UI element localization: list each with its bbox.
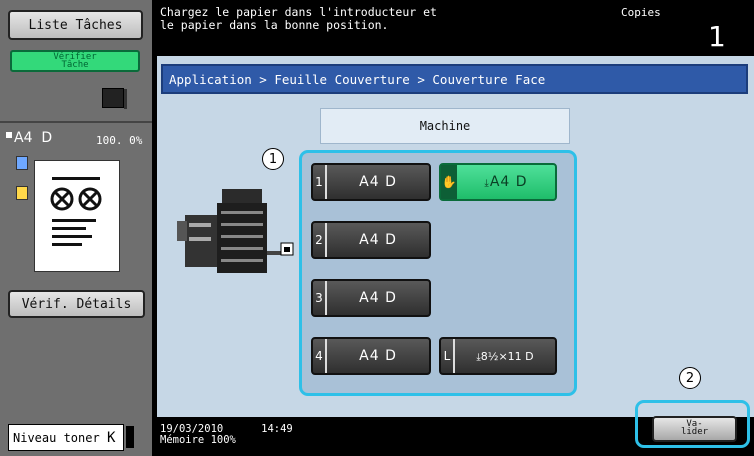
check-details-button[interactable]: Vérif. Détails (8, 290, 145, 318)
tray-number: 1 (313, 165, 327, 199)
tray-selection-group: 1 A4 D ✋ ⤓A4 D 2 A4 D 3 A4 D 4 A4 D L ⤓8… (299, 150, 577, 396)
tray-number: 2 (313, 223, 327, 257)
preview-page (34, 160, 120, 272)
tray-2-button[interactable]: 2 A4 D (311, 221, 431, 259)
left-divider (0, 121, 152, 123)
left-panel: Liste Tâches Vérifier Tâche A4 D 100. 0%… (0, 0, 152, 456)
toner-level: Niveau toner K (8, 424, 124, 451)
manual-feed-icon: ✋ (441, 165, 457, 199)
tray-label: ⤓A4 D (457, 174, 555, 190)
tray-label: A4 D (359, 348, 397, 364)
verify-job-button[interactable]: Vérifier Tâche (10, 50, 140, 72)
status-message: Chargez le papier dans l'introducteur et… (160, 5, 437, 32)
tray-size: 8½×11 D (480, 349, 534, 363)
toner-label: Niveau toner (13, 430, 100, 445)
tray-label: ⤓8½×11 D (455, 350, 555, 363)
paper-orientation: D (41, 130, 53, 146)
callout-2: 2 (679, 367, 701, 389)
tray-4-button[interactable]: 4 A4 D (311, 337, 431, 375)
copies-count: 1 (708, 20, 726, 53)
job-list-button[interactable]: Liste Tâches (8, 10, 143, 40)
memory-status: Mémoire 100% (160, 434, 236, 446)
toner-bar (126, 426, 134, 448)
tray-label: A4 D (359, 174, 397, 190)
tray-size: A4 D (489, 174, 528, 190)
output-icon (16, 186, 28, 200)
machine-illustration-icon (177, 189, 294, 273)
copies-label: Copies (621, 6, 661, 19)
source-label: Machine (320, 108, 570, 144)
tray-label: A4 D (359, 232, 397, 248)
tray-icon (102, 88, 127, 109)
breadcrumb: Application > Feuille Couverture > Couve… (161, 64, 748, 94)
tray-number: L (441, 339, 455, 373)
paper-info: A4 D (6, 130, 52, 146)
main-panel: Application > Feuille Couverture > Couve… (157, 56, 754, 417)
validate-label: Va- lider (680, 419, 709, 437)
tray-l-button[interactable]: L ⤓8½×11 D (439, 337, 557, 375)
toner-unit: K (106, 429, 116, 446)
verify-job-label: Vérifier Tâche (53, 52, 97, 70)
paper-size: A4 (14, 130, 33, 146)
tray-1-button[interactable]: 1 A4 D (311, 163, 431, 201)
original-icon (16, 156, 28, 170)
zoom-ratio: 100. 0% (96, 134, 143, 147)
preview-thumbnail-icon (50, 177, 102, 246)
tray-3-button[interactable]: 3 A4 D (311, 279, 431, 317)
tray-label: A4 D (359, 290, 397, 306)
screen: Liste Tâches Vérifier Tâche A4 D 100. 0%… (0, 0, 754, 456)
bypass-tray-button[interactable]: ✋ ⤓A4 D (439, 163, 557, 201)
callout-1: 1 (262, 148, 284, 170)
tray-number: 3 (313, 281, 327, 315)
validate-button[interactable]: Va- lider (652, 416, 737, 442)
tray-number: 4 (313, 339, 327, 373)
